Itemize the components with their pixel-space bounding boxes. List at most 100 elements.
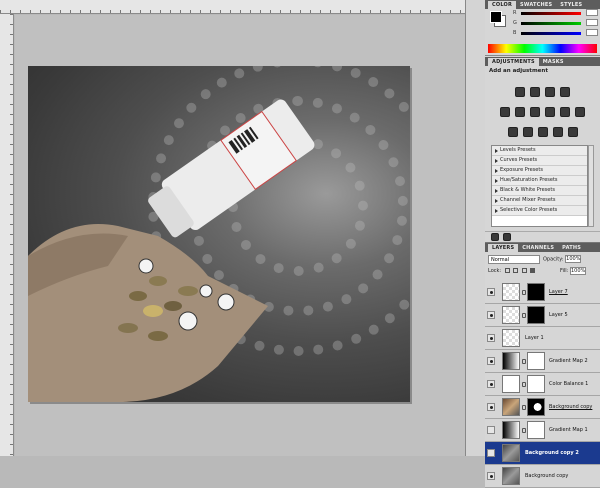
list-item[interactable]: Channel Mixer Presets [492,196,587,206]
list-item[interactable]: Levels Presets [492,146,587,156]
red-value-field[interactable] [586,9,598,16]
lock-position-icon[interactable] [521,268,527,273]
layer-row[interactable]: Background copy 2 [485,442,600,465]
green-slider[interactable]: G [513,19,599,27]
tab-masks[interactable]: MASKS [539,58,568,66]
adjustment-icons-row-1 [485,87,600,97]
black-white-icon[interactable] [545,107,555,117]
color-spectrum[interactable] [488,44,597,53]
link-chain-icon[interactable] [522,290,526,295]
tab-adjustments[interactable]: ADJUSTMENTS [488,58,539,66]
layer-row[interactable]: Background copy [485,396,600,419]
link-chain-icon[interactable] [522,359,526,364]
layer-mask-thumbnail[interactable] [527,283,545,301]
return-to-list-icon[interactable] [491,232,499,241]
blue-label: B [513,30,517,36]
layer-row[interactable]: Layer 7 [485,281,600,304]
layer-row[interactable]: Color Balance 1 [485,373,600,396]
layer-row[interactable]: Gradient Map 2 [485,350,600,373]
tab-channels[interactable]: CHANNELS [518,244,558,252]
layer-thumbnail[interactable] [502,398,520,416]
list-item[interactable]: Selective Color Presets [492,206,587,216]
threshold-icon[interactable] [537,127,548,137]
link-chain-icon[interactable] [522,313,526,318]
levels-icon[interactable] [530,87,540,97]
canvas-scrollbar[interactable] [465,0,485,456]
adjustment-icons-row-2 [485,107,600,117]
layer-thumbnail[interactable] [502,375,520,393]
expand-view-icon[interactable] [503,232,511,241]
list-item[interactable]: Exposure Presets [492,166,587,176]
red-slider[interactable]: R [513,9,599,17]
foreground-color-swatch[interactable] [490,11,502,23]
lock-transparency-icon[interactable] [504,268,510,273]
brightness-icon[interactable] [515,87,525,97]
exposure-icon[interactable] [560,87,570,97]
lock-pixels-icon[interactable] [513,268,519,273]
list-item[interactable]: Hue/Saturation Presets [492,176,587,186]
fill-field[interactable]: 100% [570,267,586,275]
tab-color[interactable]: COLOR [488,1,517,9]
curves-icon[interactable] [545,87,555,97]
tab-paths[interactable]: PATHS [558,244,585,252]
layer-thumbnail[interactable] [502,283,520,301]
link-chain-icon[interactable] [522,405,526,410]
lock-all-icon[interactable] [530,268,536,273]
color-balance-icon[interactable] [530,107,540,117]
layer-row[interactable]: Gradient Map 1 [485,419,600,442]
list-item[interactable]: Curves Presets [492,156,587,166]
opacity-label: Opacity: [543,256,564,263]
link-chain-icon[interactable] [522,428,526,433]
tab-styles[interactable]: STYLES [556,1,586,9]
visibility-eye-icon[interactable] [487,426,495,434]
layer-list: Layer 7 Layer 5 Layer 1 Gradient Map 2 Color… [485,281,600,488]
blend-mode-select[interactable]: Normal [488,255,540,264]
layer-row[interactable]: Background copy [485,465,600,488]
red-track[interactable] [521,12,581,15]
presets-scrollbar[interactable] [588,145,594,227]
visibility-eye-icon[interactable] [487,311,495,319]
channel-mixer-icon[interactable] [575,107,585,117]
visibility-eye-icon[interactable] [487,357,495,365]
visibility-eye-icon[interactable] [487,334,495,342]
visibility-eye-icon[interactable] [487,380,495,388]
layer-thumbnail[interactable] [502,444,520,462]
layer-row[interactable]: Layer 1 [485,327,600,350]
selective-color-icon[interactable] [567,127,578,137]
photo-filter-icon[interactable] [560,107,570,117]
horizontal-ruler [0,0,465,14]
green-track[interactable] [521,22,581,25]
layer-thumbnail[interactable] [502,352,520,370]
posterize-icon[interactable] [522,127,533,137]
layer-thumbnail[interactable] [502,421,520,439]
visibility-eye-icon[interactable] [487,472,495,480]
invert-icon[interactable] [507,127,518,137]
layer-mask-thumbnail[interactable] [527,398,545,416]
tab-layers[interactable]: LAYERS [488,244,519,252]
layer-mask-thumbnail[interactable] [527,375,545,393]
layer-thumbnail[interactable] [502,467,520,485]
blue-track[interactable] [521,32,581,35]
expand-triangle-icon [495,198,498,203]
link-chain-icon[interactable] [522,382,526,387]
layer-thumbnail[interactable] [502,329,520,347]
vibrance-icon[interactable] [500,107,510,117]
gradient-map-icon[interactable] [552,127,563,137]
list-item[interactable]: Black & White Presets [492,186,587,196]
layer-thumbnail[interactable] [502,306,520,324]
layer-name: Layer 5 [549,312,568,318]
layer-mask-thumbnail[interactable] [527,421,545,439]
blue-slider[interactable]: B [513,29,599,37]
adjustments-title: Add an adjustment [489,68,548,74]
layer-row[interactable]: Layer 5 [485,304,600,327]
layer-mask-thumbnail[interactable] [527,306,545,324]
layer-mask-thumbnail[interactable] [527,352,545,370]
visibility-eye-icon[interactable] [487,288,495,296]
hue-saturation-icon[interactable] [515,107,525,117]
green-value-field[interactable] [586,19,598,26]
document-image[interactable] [28,66,410,402]
opacity-field[interactable]: 100% [565,255,582,263]
blue-value-field[interactable] [586,29,598,36]
visibility-eye-icon[interactable] [487,403,495,411]
tab-swatches[interactable]: SWATCHES [516,1,556,9]
